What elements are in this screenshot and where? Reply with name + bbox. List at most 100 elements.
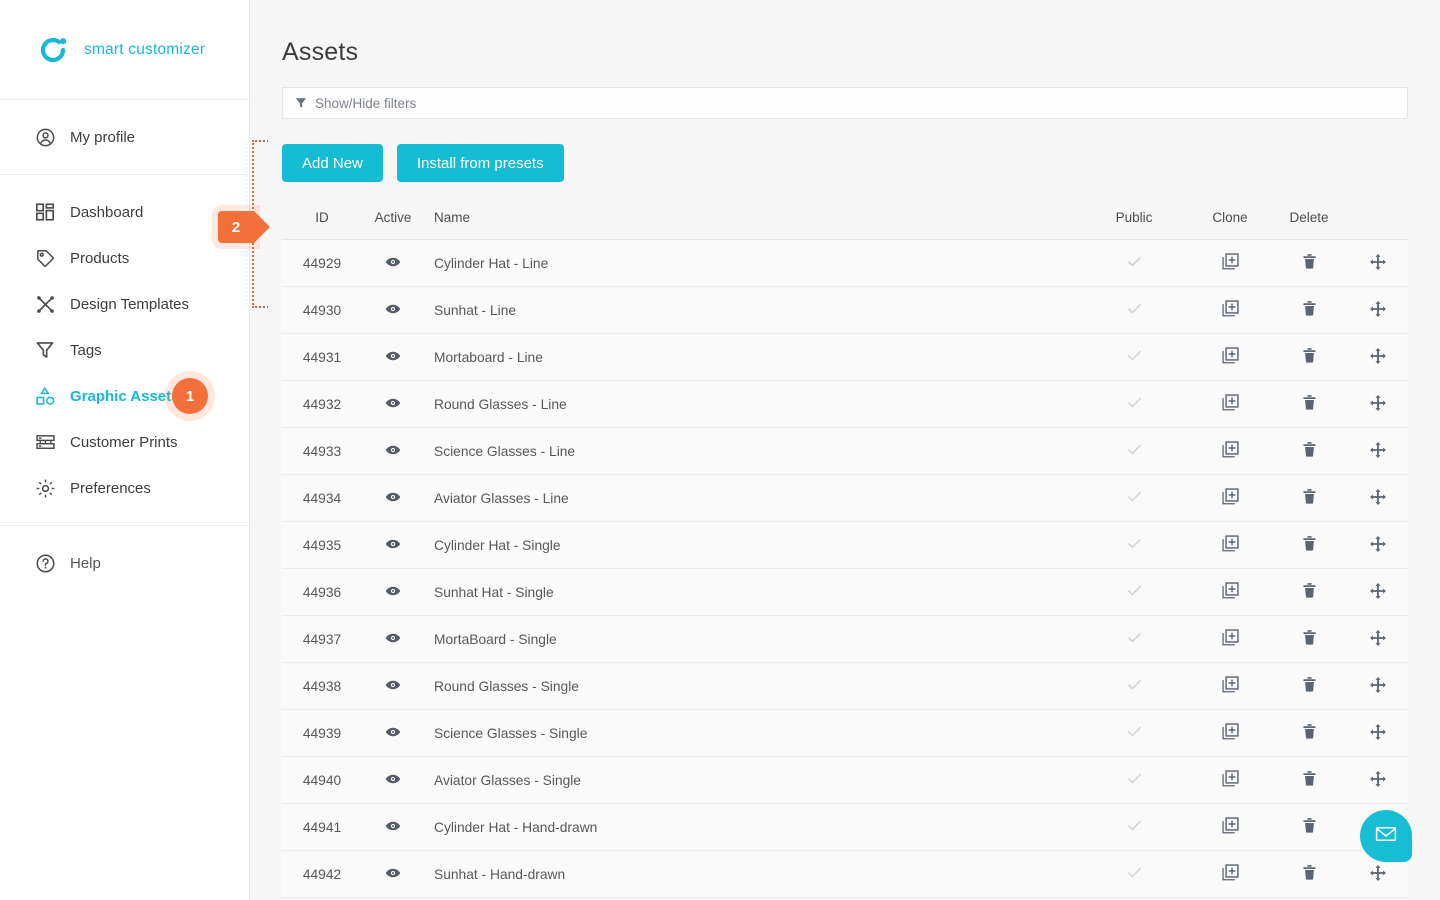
cell-name[interactable]: Sunhat - Line [424,286,1024,334]
cell-active[interactable] [362,615,424,663]
move-arrows-icon[interactable] [1369,535,1387,553]
cell-move[interactable] [1348,380,1408,428]
check-icon[interactable] [1126,347,1143,364]
eye-icon[interactable] [385,630,401,646]
cell-delete[interactable] [1270,756,1348,804]
copy-plus-icon[interactable] [1221,487,1240,506]
cell-move[interactable] [1348,521,1408,569]
cell-clone[interactable] [1190,239,1270,287]
cell-delete[interactable] [1270,427,1348,475]
move-arrows-icon[interactable] [1369,723,1387,741]
table-row[interactable]: 44937 MortaBoard - Single [282,615,1408,663]
column-header-id[interactable]: ID [282,204,362,240]
column-header-public[interactable]: Public [1078,204,1190,240]
cell-clone[interactable] [1190,380,1270,428]
cell-active[interactable] [362,850,424,898]
table-row[interactable]: 44935 Cylinder Hat - Single [282,521,1408,569]
cell-public[interactable] [1078,474,1190,522]
copy-plus-icon[interactable] [1221,722,1240,741]
cell-name[interactable]: Aviator Glasses - Single [424,756,1024,804]
cell-public[interactable] [1078,333,1190,381]
cell-active[interactable] [362,709,424,757]
cell-delete[interactable] [1270,333,1348,381]
check-icon[interactable] [1126,488,1143,505]
install-from-presets-button[interactable]: Install from presets [396,144,564,182]
cell-active[interactable] [362,662,424,710]
cell-delete[interactable] [1270,521,1348,569]
cell-name[interactable]: Cylinder Hat - Single [424,521,1024,569]
cell-clone[interactable] [1190,474,1270,522]
cell-name[interactable]: Mortaboard - Line [424,333,1024,381]
cell-name[interactable]: Aviator Glasses - Line [424,474,1024,522]
eye-icon[interactable] [385,348,401,364]
cell-clone[interactable] [1190,756,1270,804]
cell-active[interactable] [362,380,424,428]
cell-active[interactable] [362,427,424,475]
check-icon[interactable] [1126,676,1143,693]
cell-active[interactable] [362,286,424,334]
eye-icon[interactable] [385,395,401,411]
cell-move[interactable] [1348,474,1408,522]
table-row[interactable]: 44936 Sunhat Hat - Single [282,568,1408,616]
check-icon[interactable] [1126,723,1143,740]
cell-delete[interactable] [1270,568,1348,616]
cell-name[interactable]: Science Glasses - Line [424,427,1024,475]
cell-delete[interactable] [1270,850,1348,898]
move-arrows-icon[interactable] [1369,864,1387,882]
sidebar-item-preferences[interactable]: Preferences [0,465,249,511]
check-icon[interactable] [1126,864,1143,881]
cell-delete[interactable] [1270,803,1348,851]
cell-move[interactable] [1348,709,1408,757]
sidebar-item-products[interactable]: Products [0,235,249,281]
cell-move[interactable] [1348,662,1408,710]
column-header-clone[interactable]: Clone [1190,204,1270,240]
eye-icon[interactable] [385,724,401,740]
cell-clone[interactable] [1190,286,1270,334]
sidebar-item-customer-prints[interactable]: Customer Prints [0,419,249,465]
cell-move[interactable] [1348,568,1408,616]
trash-icon[interactable] [1301,582,1318,599]
copy-plus-icon[interactable] [1221,816,1240,835]
trash-icon[interactable] [1301,300,1318,317]
cell-name[interactable]: Round Glasses - Single [424,662,1024,710]
cell-public[interactable] [1078,709,1190,757]
cell-public[interactable] [1078,756,1190,804]
cell-clone[interactable] [1190,333,1270,381]
cell-clone[interactable] [1190,568,1270,616]
table-row[interactable]: 44929 Cylinder Hat - Line [282,239,1408,287]
trash-icon[interactable] [1301,817,1318,834]
trash-icon[interactable] [1301,535,1318,552]
check-icon[interactable] [1126,770,1143,787]
cell-move[interactable] [1348,427,1408,475]
cell-name[interactable]: Cylinder Hat - Line [424,239,1024,287]
table-row[interactable]: 44938 Round Glasses - Single [282,662,1408,710]
cell-delete[interactable] [1270,380,1348,428]
cell-clone[interactable] [1190,803,1270,851]
check-icon[interactable] [1126,535,1143,552]
eye-icon[interactable] [385,301,401,317]
cell-clone[interactable] [1190,850,1270,898]
chat-support-button[interactable] [1360,810,1412,862]
move-arrows-icon[interactable] [1369,394,1387,412]
cell-public[interactable] [1078,803,1190,851]
sidebar-item-my-profile[interactable]: My profile [0,114,249,160]
trash-icon[interactable] [1301,253,1318,270]
sidebar-item-design-templates[interactable]: Design Templates [0,281,249,327]
trash-icon[interactable] [1301,488,1318,505]
table-row[interactable]: 44939 Science Glasses - Single [282,709,1408,757]
column-header-delete[interactable]: Delete [1270,204,1348,240]
cell-clone[interactable] [1190,615,1270,663]
check-icon[interactable] [1126,817,1143,834]
cell-public[interactable] [1078,380,1190,428]
cell-public[interactable] [1078,521,1190,569]
trash-icon[interactable] [1301,629,1318,646]
cell-public[interactable] [1078,239,1190,287]
eye-icon[interactable] [385,818,401,834]
cell-active[interactable] [362,474,424,522]
copy-plus-icon[interactable] [1221,581,1240,600]
show-hide-filters-bar[interactable]: Show/Hide filters [282,87,1408,119]
table-row[interactable]: 44931 Mortaboard - Line [282,333,1408,381]
table-row[interactable]: 44930 Sunhat - Line [282,286,1408,334]
cell-delete[interactable] [1270,286,1348,334]
move-arrows-icon[interactable] [1369,253,1387,271]
